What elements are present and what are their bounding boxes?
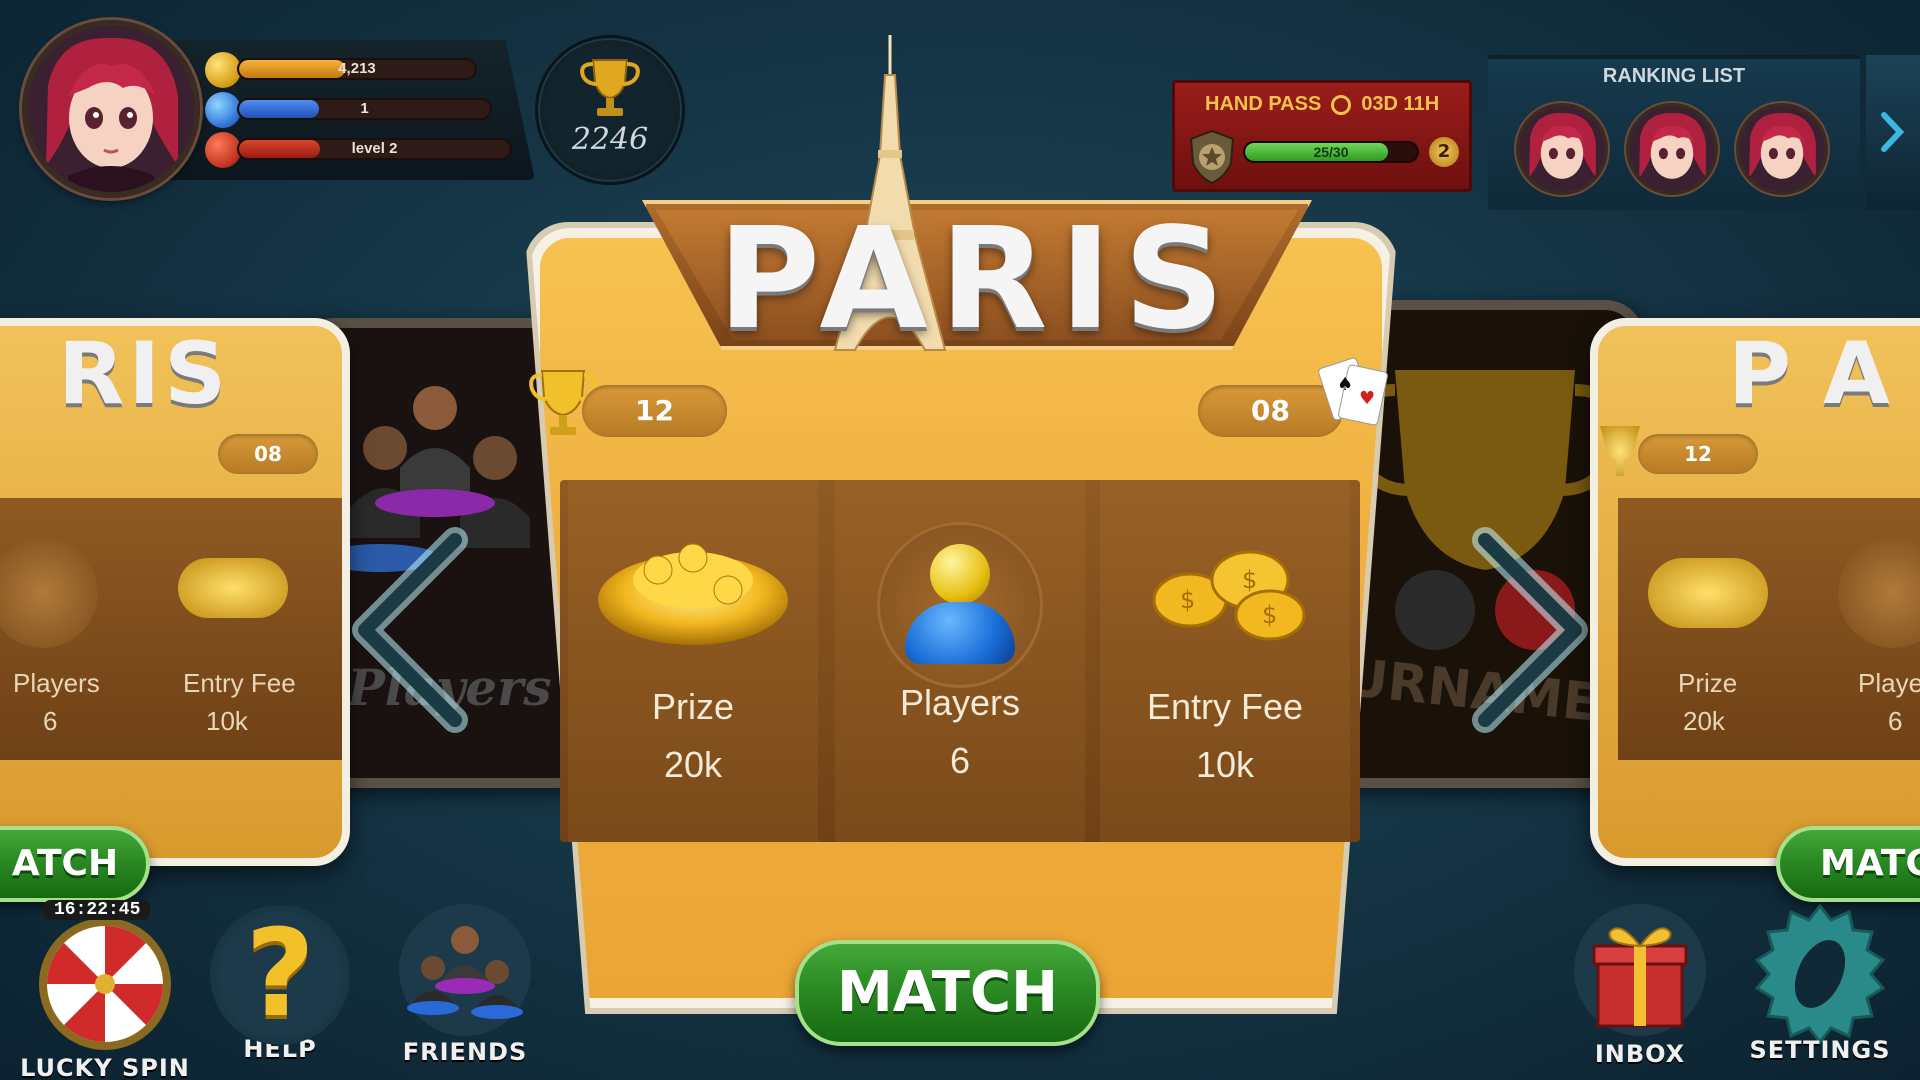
entry-fee-column: $ $ $ Entry Fee 10k	[1100, 480, 1350, 842]
chevron-right-icon[interactable]	[1465, 525, 1595, 735]
hand-pass-badge: 2	[1429, 137, 1459, 167]
gold-coins-pile-icon	[598, 543, 788, 645]
svg-text:$: $	[1180, 586, 1195, 614]
right-prize-value: 20k	[1683, 706, 1725, 736]
gems-value: 1	[360, 100, 369, 117]
settings-button[interactable]: SETTINGS	[1735, 898, 1905, 1064]
trophy-count-pill: 12	[582, 385, 727, 437]
chevron-left-icon[interactable]	[345, 525, 475, 735]
hand-pass-title: HAND PASS	[1205, 93, 1322, 115]
settings-label: SETTINGS	[1749, 1036, 1891, 1064]
friends-button[interactable]: FRIENDS	[380, 900, 550, 1066]
left-players-value: 6	[43, 706, 58, 736]
coins-value: 4,213	[338, 60, 376, 77]
trophy-counter[interactable]: 2246	[535, 35, 685, 185]
inbox-label: INBOX	[1594, 1040, 1686, 1068]
coin-icon	[205, 52, 241, 88]
left-info-panel: Players 6 Entry Fee 10k	[0, 498, 342, 760]
hand-pass-progress-text: 25/30	[1313, 144, 1349, 160]
avatar-portrait-icon	[1520, 107, 1604, 191]
level-badge-icon	[205, 132, 241, 168]
help-button[interactable]: ? HELP	[205, 905, 355, 1063]
trophy-icon	[580, 59, 640, 116]
left-fee-label: Entry Fee	[183, 668, 296, 698]
gem-icon	[205, 92, 241, 128]
coins-stack-icon	[178, 558, 288, 618]
friends-label: FRIENDS	[402, 1038, 528, 1066]
right-match-button[interactable]: MATC	[1776, 826, 1920, 902]
ranking-avatar[interactable]	[1516, 103, 1608, 195]
chevron-right-icon	[1881, 112, 1905, 152]
svg-text:♥: ♥	[1359, 388, 1375, 409]
match-label: MATCH	[837, 960, 1058, 1025]
friends-group-icon	[399, 904, 531, 1036]
trophy-icon	[1600, 426, 1640, 476]
avatar-portrait-icon	[1740, 107, 1824, 191]
avatar-portrait-icon	[28, 26, 194, 192]
trophy-count: 2246	[571, 122, 649, 157]
right-prize-label: Prize	[1678, 668, 1738, 698]
coin-pile-icon	[1648, 558, 1768, 628]
level-bar: level 2	[237, 138, 512, 160]
svg-text:♠: ♠	[1337, 374, 1353, 395]
left-cards-count: 08	[218, 434, 318, 474]
gems-bar: 1	[237, 98, 492, 120]
gear-icon	[1754, 903, 1886, 1045]
coins-bar: 4,213	[237, 58, 477, 80]
players-icon	[877, 522, 1043, 688]
playing-cards-icon: ♠ ♥	[1315, 352, 1395, 432]
right-info-panel: Prize 20k Player 6	[1618, 498, 1920, 760]
left-players-label: Players	[13, 668, 100, 698]
right-trophy-count: 12	[1638, 434, 1758, 474]
right-match-label: MATC	[1820, 843, 1920, 884]
ranking-avatar[interactable]	[1626, 103, 1718, 195]
left-tournament-card[interactable]: RIS 08 Players 6 Entry Fee 10k	[0, 318, 350, 866]
players-icon	[0, 538, 98, 648]
level-value: level 2	[351, 140, 398, 157]
main-info-panel: Prize 20k Players 6 $ $ $ Entry Fee 10k	[560, 480, 1360, 842]
lucky-spin-timer: 16:22:45	[44, 900, 151, 920]
left-card-title: RIS	[58, 324, 231, 424]
players-column: Players 6	[835, 480, 1085, 842]
right-card-title: PA	[1728, 324, 1920, 424]
inbox-button[interactable]: INBOX	[1555, 900, 1725, 1068]
ranking-next-button[interactable]	[1866, 55, 1920, 210]
hand-pass-timer: 03D 11H	[1361, 93, 1440, 115]
lucky-spin-label: LUCKY SPIN	[20, 1054, 190, 1080]
ranking-avatar[interactable]	[1736, 103, 1828, 195]
prize-column: Prize 20k	[568, 480, 818, 842]
lucky-spin-button[interactable]: 16:22:45 LUCKY SPIN	[20, 900, 190, 1080]
hand-pass-panel[interactable]: HAND PASS 03D 11H 25/30 2	[1172, 80, 1472, 192]
left-fee-value: 10k	[206, 706, 248, 736]
help-icon: ?	[210, 905, 350, 1045]
coins-stack-icon: $ $ $	[1152, 550, 1306, 641]
shield-star-icon	[1189, 129, 1235, 185]
players-label: Players	[899, 682, 1021, 723]
avatar-portrait-icon	[1630, 107, 1714, 191]
ranking-list-title: RANKING LIST	[1602, 65, 1746, 87]
player-avatar[interactable]	[22, 20, 200, 198]
right-players-label: Player	[1858, 668, 1920, 698]
player-stats-panel: 4,213 1 level 2	[165, 40, 535, 180]
ranking-list-panel[interactable]: RANKING LIST	[1488, 55, 1860, 210]
players-value: 6	[949, 740, 971, 781]
players-icon	[1838, 538, 1920, 648]
svg-text:$: $	[1262, 601, 1277, 629]
prize-label: Prize	[651, 686, 735, 727]
clock-icon	[1331, 94, 1352, 115]
match-button[interactable]: MATCH	[795, 940, 1100, 1046]
prize-value: 20k	[663, 744, 723, 785]
right-tournament-card[interactable]: PA 12 Prize 20k Player 6	[1590, 318, 1920, 866]
left-match-label: ATCH	[11, 843, 119, 884]
gift-icon	[1574, 904, 1706, 1036]
svg-text:$: $	[1242, 566, 1257, 594]
wheel-icon	[39, 918, 171, 1050]
hand-pass-progress-bar: 25/30	[1243, 141, 1419, 163]
entry-fee-label: Entry Fee	[1146, 686, 1304, 727]
left-match-button[interactable]: ATCH	[0, 826, 150, 902]
right-players-value: 6	[1888, 706, 1903, 736]
city-title: PARIS	[717, 198, 1237, 361]
entry-fee-value: 10k	[1195, 744, 1255, 785]
